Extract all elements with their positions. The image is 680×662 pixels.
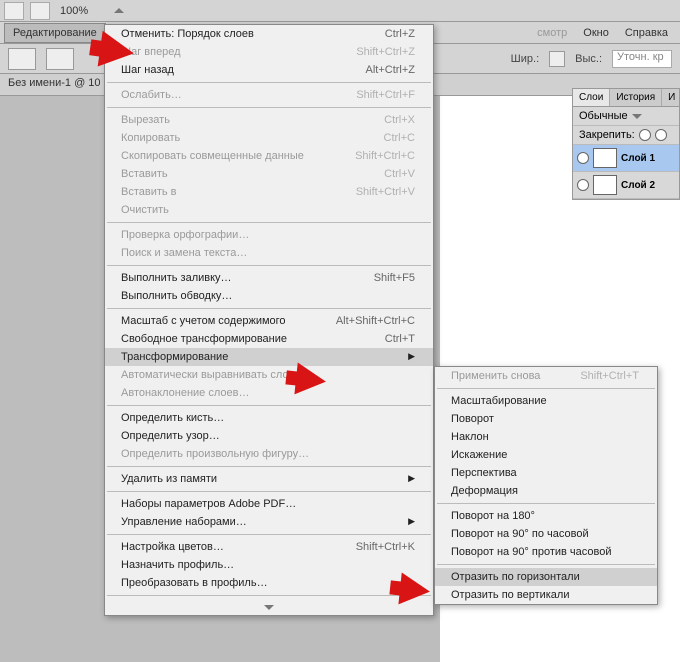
menu-separator (437, 388, 655, 389)
submenu-flip-vertical[interactable]: Отразить по вертикали (435, 586, 657, 604)
menu-auto-blend: Автонаклонение слоев… (105, 384, 433, 402)
menu-fade: Ослабить…Shift+Ctrl+F (105, 86, 433, 104)
menu-purge[interactable]: Удалить из памяти▶ (105, 470, 433, 488)
menu-paste-into: Вставить вShift+Ctrl+V (105, 183, 433, 201)
menu-assign-profile[interactable]: Назначить профиль… (105, 556, 433, 574)
menu-stroke[interactable]: Выполнить обводку… (105, 287, 433, 305)
blend-mode-select[interactable]: Обычные (573, 107, 679, 126)
app-icon (4, 2, 24, 20)
submenu-warp[interactable]: Деформация (435, 482, 657, 500)
menu-auto-align: Автоматически выравнивать слои… (105, 366, 433, 384)
chevron-up-icon[interactable] (114, 8, 124, 13)
menu-separator (107, 534, 431, 535)
submenu-distort[interactable]: Искажение (435, 446, 657, 464)
menu-separator (107, 308, 431, 309)
menu-window[interactable]: Окно (575, 24, 617, 42)
submenu-skew[interactable]: Наклон (435, 428, 657, 446)
menu-convert-profile[interactable]: Преобразовать в профиль… (105, 574, 433, 592)
tab-history[interactable]: История (610, 89, 662, 106)
scroll-down-icon[interactable] (264, 605, 274, 610)
menu-pdf-presets[interactable]: Наборы параметров Adobe PDF… (105, 495, 433, 513)
menu-separator (437, 564, 655, 565)
menu-content-aware-scale[interactable]: Масштаб с учетом содержимогоAlt+Shift+Ct… (105, 312, 433, 330)
submenu-arrow-icon: ▶ (408, 351, 415, 363)
submenu-rotate-180[interactable]: Поворот на 180° (435, 507, 657, 525)
menu-manage-presets[interactable]: Управление наборами…▶ (105, 513, 433, 531)
tool-preset-icon[interactable] (8, 48, 36, 70)
menu-define-pattern[interactable]: Определить узор… (105, 427, 433, 445)
menu-separator (107, 107, 431, 108)
menu-separator (107, 595, 431, 596)
submenu-transform-again: Применить сноваShift+Ctrl+T (435, 367, 657, 385)
transform-submenu: Применить сноваShift+Ctrl+T Масштабирова… (434, 366, 658, 605)
menu-step-backward[interactable]: Шаг назадAlt+Ctrl+Z (105, 61, 433, 79)
submenu-rotate-90-cw[interactable]: Поворот на 90° по часовой (435, 525, 657, 543)
layers-panel: Слои История И Обычные Закрепить: Слой 1… (572, 88, 680, 200)
menu-separator (107, 405, 431, 406)
tab-more[interactable]: И (662, 89, 680, 106)
menu-define-shape: Определить произвольную фигуру… (105, 445, 433, 463)
selection-mode-icon[interactable] (46, 48, 74, 70)
annotation-arrow-icon (98, 31, 137, 71)
annotation-arrow-icon (294, 363, 327, 398)
submenu-arrow-icon: ▶ (408, 473, 415, 485)
blend-mode-value: Обычные (579, 110, 628, 122)
submenu-perspective[interactable]: Перспектива (435, 464, 657, 482)
lock-row: Закрепить: (573, 126, 679, 145)
menu-help[interactable]: Справка (617, 24, 676, 42)
submenu-scale[interactable]: Масштабирование (435, 392, 657, 410)
annotation-arrow-icon (398, 573, 431, 608)
layer-name: Слой 1 (621, 153, 655, 164)
menu-view-partial[interactable]: смотр (529, 24, 575, 42)
submenu-arrow-icon: ▶ (408, 516, 415, 528)
submenu-rotate-90-ccw[interactable]: Поворот на 90° против часовой (435, 543, 657, 561)
menu-transform[interactable]: Трансформирование▶ (105, 348, 433, 366)
lock-label: Закрепить: (579, 129, 635, 141)
menu-copy: КопироватьCtrl+C (105, 129, 433, 147)
width-label: Шир.: (511, 53, 539, 65)
layer-row[interactable]: Слой 2 (573, 172, 679, 199)
submenu-rotate[interactable]: Поворот (435, 410, 657, 428)
chevron-down-icon (632, 114, 642, 119)
layer-thumbnail (593, 148, 617, 168)
layer-row[interactable]: Слой 1 (573, 145, 679, 172)
menu-find-replace: Поиск и замена текста… (105, 244, 433, 262)
edit-menu-dropdown: Отменить: Порядок слоевCtrl+Z Шаг вперед… (104, 24, 434, 616)
menu-separator (107, 491, 431, 492)
layer-thumbnail (593, 175, 617, 195)
height-label: Выс.: (575, 53, 602, 65)
refine-edge-button[interactable]: Уточн. кр (612, 50, 672, 68)
menu-separator (107, 222, 431, 223)
link-icon[interactable] (549, 51, 565, 67)
menu-separator (107, 265, 431, 266)
menu-cut: ВырезатьCtrl+X (105, 111, 433, 129)
visibility-icon[interactable] (577, 179, 589, 191)
workspace-icon[interactable] (30, 2, 50, 20)
menu-undo[interactable]: Отменить: Порядок слоевCtrl+Z (105, 25, 433, 43)
menu-define-brush[interactable]: Определить кисть… (105, 409, 433, 427)
tab-layers[interactable]: Слои (573, 89, 610, 106)
visibility-icon[interactable] (577, 152, 589, 164)
layer-name: Слой 2 (621, 180, 655, 191)
submenu-flip-horizontal[interactable]: Отразить по горизонтали (435, 568, 657, 586)
menu-color-settings[interactable]: Настройка цветов…Shift+Ctrl+K (105, 538, 433, 556)
menu-fill[interactable]: Выполнить заливку…Shift+F5 (105, 269, 433, 287)
app-top-strip: 100% (0, 0, 680, 22)
menu-separator (107, 466, 431, 467)
menu-separator (107, 82, 431, 83)
menu-step-forward: Шаг впередShift+Ctrl+Z (105, 43, 433, 61)
lock-pixels-icon[interactable] (655, 129, 667, 141)
lock-transparency-icon[interactable] (639, 129, 651, 141)
menu-paste: ВставитьCtrl+V (105, 165, 433, 183)
menu-clear: Очистить (105, 201, 433, 219)
zoom-level[interactable]: 100% (60, 5, 88, 17)
menu-separator (437, 503, 655, 504)
menu-copy-merged: Скопировать совмещенные данныеShift+Ctrl… (105, 147, 433, 165)
menu-spellcheck: Проверка орфографии… (105, 226, 433, 244)
menu-free-transform[interactable]: Свободное трансформированиеCtrl+T (105, 330, 433, 348)
